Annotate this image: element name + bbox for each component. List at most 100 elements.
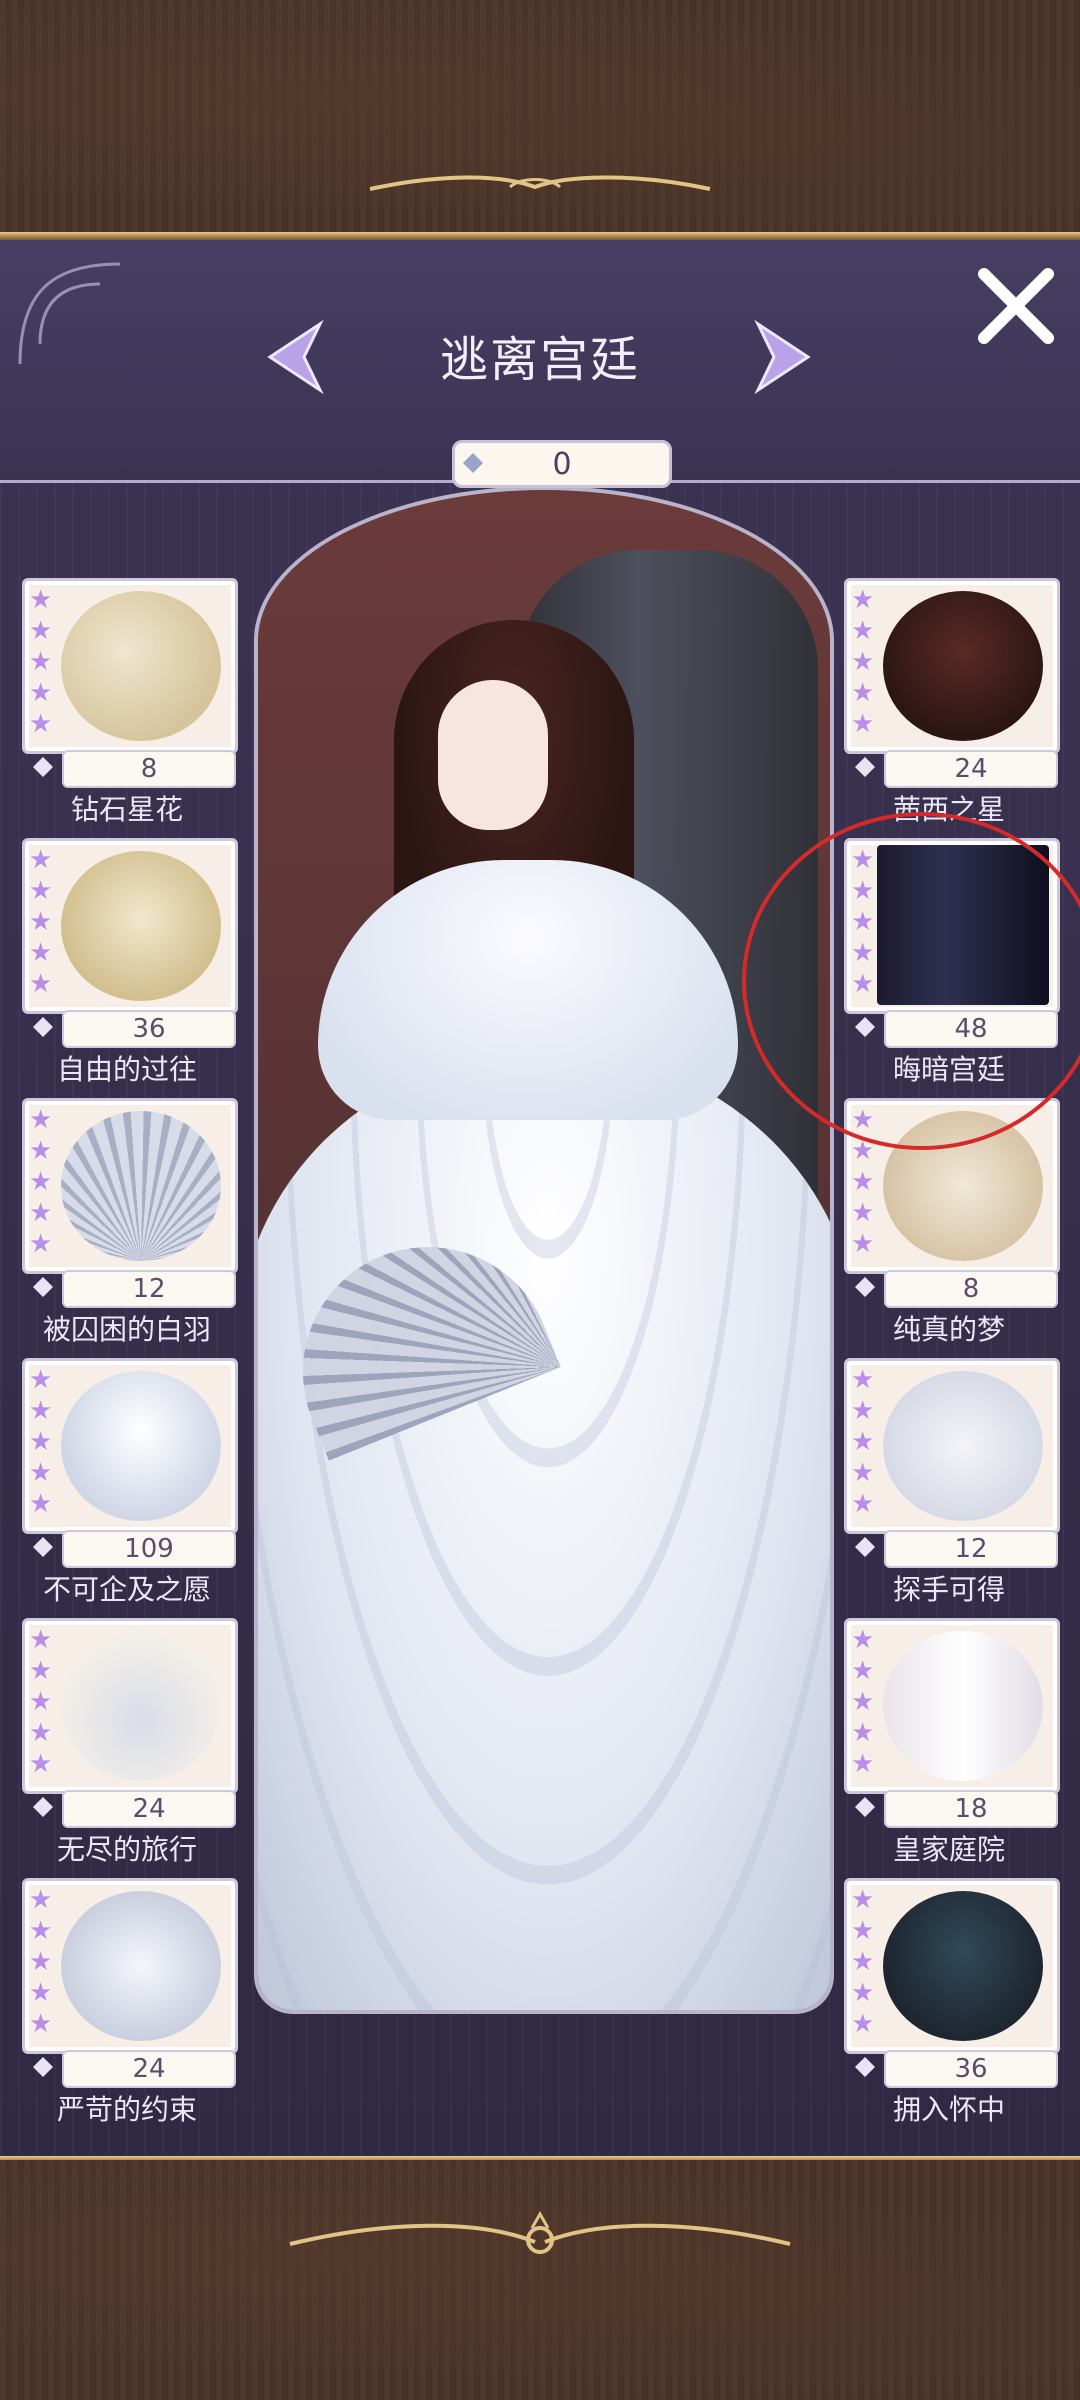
item-count: 12 (62, 1270, 236, 1308)
annotation-circle (742, 812, 1080, 1150)
item-thumbnail[interactable]: ★ ★ ★ ★ ★ (844, 1878, 1060, 2054)
star-icon: ★ (29, 1885, 53, 1915)
rarity-stars: ★ ★ ★ ★ ★ (29, 1625, 55, 1780)
diamond-icon (33, 1017, 53, 1037)
outfit-item[interactable]: ★ ★ ★ ★ ★ 24 无尽的旅行 (22, 1618, 238, 1868)
star-icon: ★ (851, 1916, 875, 1946)
item-thumbnail[interactable]: ★ ★ ★ ★ ★ (844, 1358, 1060, 1534)
top-ornament (0, 168, 1080, 208)
item-count: 8 (884, 1270, 1058, 1308)
diamond-icon (855, 1797, 875, 1817)
star-icon: ★ (29, 845, 53, 875)
rarity-stars: ★ ★ ★ ★ ★ (851, 1885, 877, 2040)
outfit-item[interactable]: ★ ★ ★ ★ ★ 8 钻石星花 (22, 578, 238, 828)
gloves-icon (883, 1371, 1043, 1521)
star-icon: ★ (851, 1885, 875, 1915)
dress-icon (61, 1371, 221, 1521)
item-count: 24 (62, 1790, 236, 1828)
outfit-item[interactable]: ★ ★ ★ ★ ★ 12 被囚困的白羽 (22, 1098, 238, 1348)
star-icon: ★ (851, 1458, 875, 1488)
star-icon: ★ (29, 678, 53, 708)
close-icon[interactable] (970, 260, 1062, 352)
bottom-ornament (0, 2210, 1080, 2274)
rarity-stars: ★ ★ ★ ★ ★ (851, 585, 877, 740)
next-arrow-icon[interactable] (744, 318, 818, 396)
item-label: 皇家庭院 (892, 1833, 1005, 1866)
veil-icon (883, 1891, 1043, 2041)
item-thumbnail[interactable]: ★ ★ ★ ★ ★ (22, 1098, 238, 1274)
outfit-item[interactable]: ★ ★ ★ ★ ★ 24 茜西之星 (844, 578, 1060, 828)
shoes-icon (61, 1631, 221, 1781)
star-icon: ★ (851, 1718, 875, 1748)
star-icon: ★ (851, 1198, 875, 1228)
outfit-item[interactable]: ★ ★ ★ ★ ★ 36 拥入怀中 (844, 1878, 1060, 2128)
star-icon: ★ (29, 1365, 53, 1395)
star-icon: ★ (851, 1229, 875, 1259)
star-icon: ★ (851, 616, 875, 646)
star-icon: ★ (29, 1396, 53, 1426)
star-icon: ★ (29, 616, 53, 646)
star-icon: ★ (851, 678, 875, 708)
gold-divider (0, 232, 1080, 240)
diamond-icon (855, 2057, 875, 2077)
star-icon: ★ (851, 1396, 875, 1426)
item-thumbnail[interactable]: ★ ★ ★ ★ ★ (844, 578, 1060, 754)
item-label: 探手可得 (892, 1573, 1005, 1606)
star-icon: ★ (29, 1136, 53, 1166)
star-icon: ★ (851, 647, 875, 677)
rarity-stars: ★ ★ ★ ★ ★ (29, 1885, 55, 2040)
star-icon: ★ (851, 1489, 875, 1519)
outfit-item[interactable]: ★ ★ ★ ★ ★ 24 严苛的约束 (22, 1878, 238, 2128)
scroll-ornament-icon (289, 2210, 791, 2254)
item-label: 钻石星花 (70, 793, 183, 826)
diamond-icon (33, 2057, 53, 2077)
star-icon: ★ (29, 1198, 53, 1228)
corset-icon (61, 1891, 221, 2041)
stockings-icon (883, 1631, 1043, 1781)
hair-accessory-icon (61, 591, 221, 741)
outfit-item[interactable]: ★ ★ ★ ★ ★ 109 不可企及之愿 (22, 1358, 238, 1608)
outfit-item[interactable]: ★ ★ ★ ★ ★ 12 探手可得 (844, 1358, 1060, 1608)
outfit-item[interactable]: ★ ★ ★ ★ ★ 36 自由的过往 (22, 838, 238, 1088)
page-title: 逃离宫廷 (439, 332, 640, 388)
diamond-icon (33, 1277, 53, 1297)
diamond-icon (855, 757, 875, 777)
item-count: 12 (884, 1530, 1058, 1568)
score-counter: 0 (452, 440, 672, 488)
previous-arrow-icon[interactable] (260, 318, 334, 396)
star-icon: ★ (851, 585, 875, 615)
item-thumbnail[interactable]: ★ ★ ★ ★ ★ (22, 1358, 238, 1534)
item-count: 8 (62, 750, 236, 788)
star-icon: ★ (29, 2009, 53, 2039)
star-icon: ★ (851, 1167, 875, 1197)
star-icon: ★ (29, 1229, 53, 1259)
item-thumbnail[interactable]: ★ ★ ★ ★ ★ (22, 838, 238, 1014)
rarity-stars: ★ ★ ★ ★ ★ (29, 1105, 55, 1260)
character-face (438, 680, 548, 830)
top-frame (0, 0, 1080, 240)
item-thumbnail[interactable]: ★ ★ ★ ★ ★ (22, 1878, 238, 2054)
item-count: 36 (884, 2050, 1058, 2088)
item-thumbnail[interactable]: ★ ★ ★ ★ ★ (22, 1618, 238, 1794)
star-icon: ★ (29, 1105, 53, 1135)
item-count: 36 (62, 1010, 236, 1048)
star-icon: ★ (29, 585, 53, 615)
item-thumbnail[interactable]: ★ ★ ★ ★ ★ (844, 1618, 1060, 1794)
star-icon: ★ (851, 1749, 875, 1779)
star-icon: ★ (29, 1718, 53, 1748)
item-thumbnail[interactable]: ★ ★ ★ ★ ★ (22, 578, 238, 754)
star-icon: ★ (851, 1625, 875, 1655)
item-label: 不可企及之愿 (42, 1573, 211, 1606)
diamond-icon (33, 757, 53, 777)
item-count: 18 (884, 1790, 1058, 1828)
rarity-stars: ★ ★ ★ ★ ★ (29, 845, 55, 1000)
star-icon: ★ (29, 969, 53, 999)
diamond-icon (33, 1797, 53, 1817)
star-icon: ★ (851, 1427, 875, 1457)
rarity-stars: ★ ★ ★ ★ ★ (29, 1365, 55, 1520)
rarity-stars: ★ ★ ★ ★ ★ (29, 585, 55, 740)
star-icon: ★ (851, 2009, 875, 2039)
outfit-item[interactable]: ★ ★ ★ ★ ★ 18 皇家庭院 (844, 1618, 1060, 1868)
star-icon: ★ (29, 876, 53, 906)
star-icon: ★ (851, 709, 875, 739)
